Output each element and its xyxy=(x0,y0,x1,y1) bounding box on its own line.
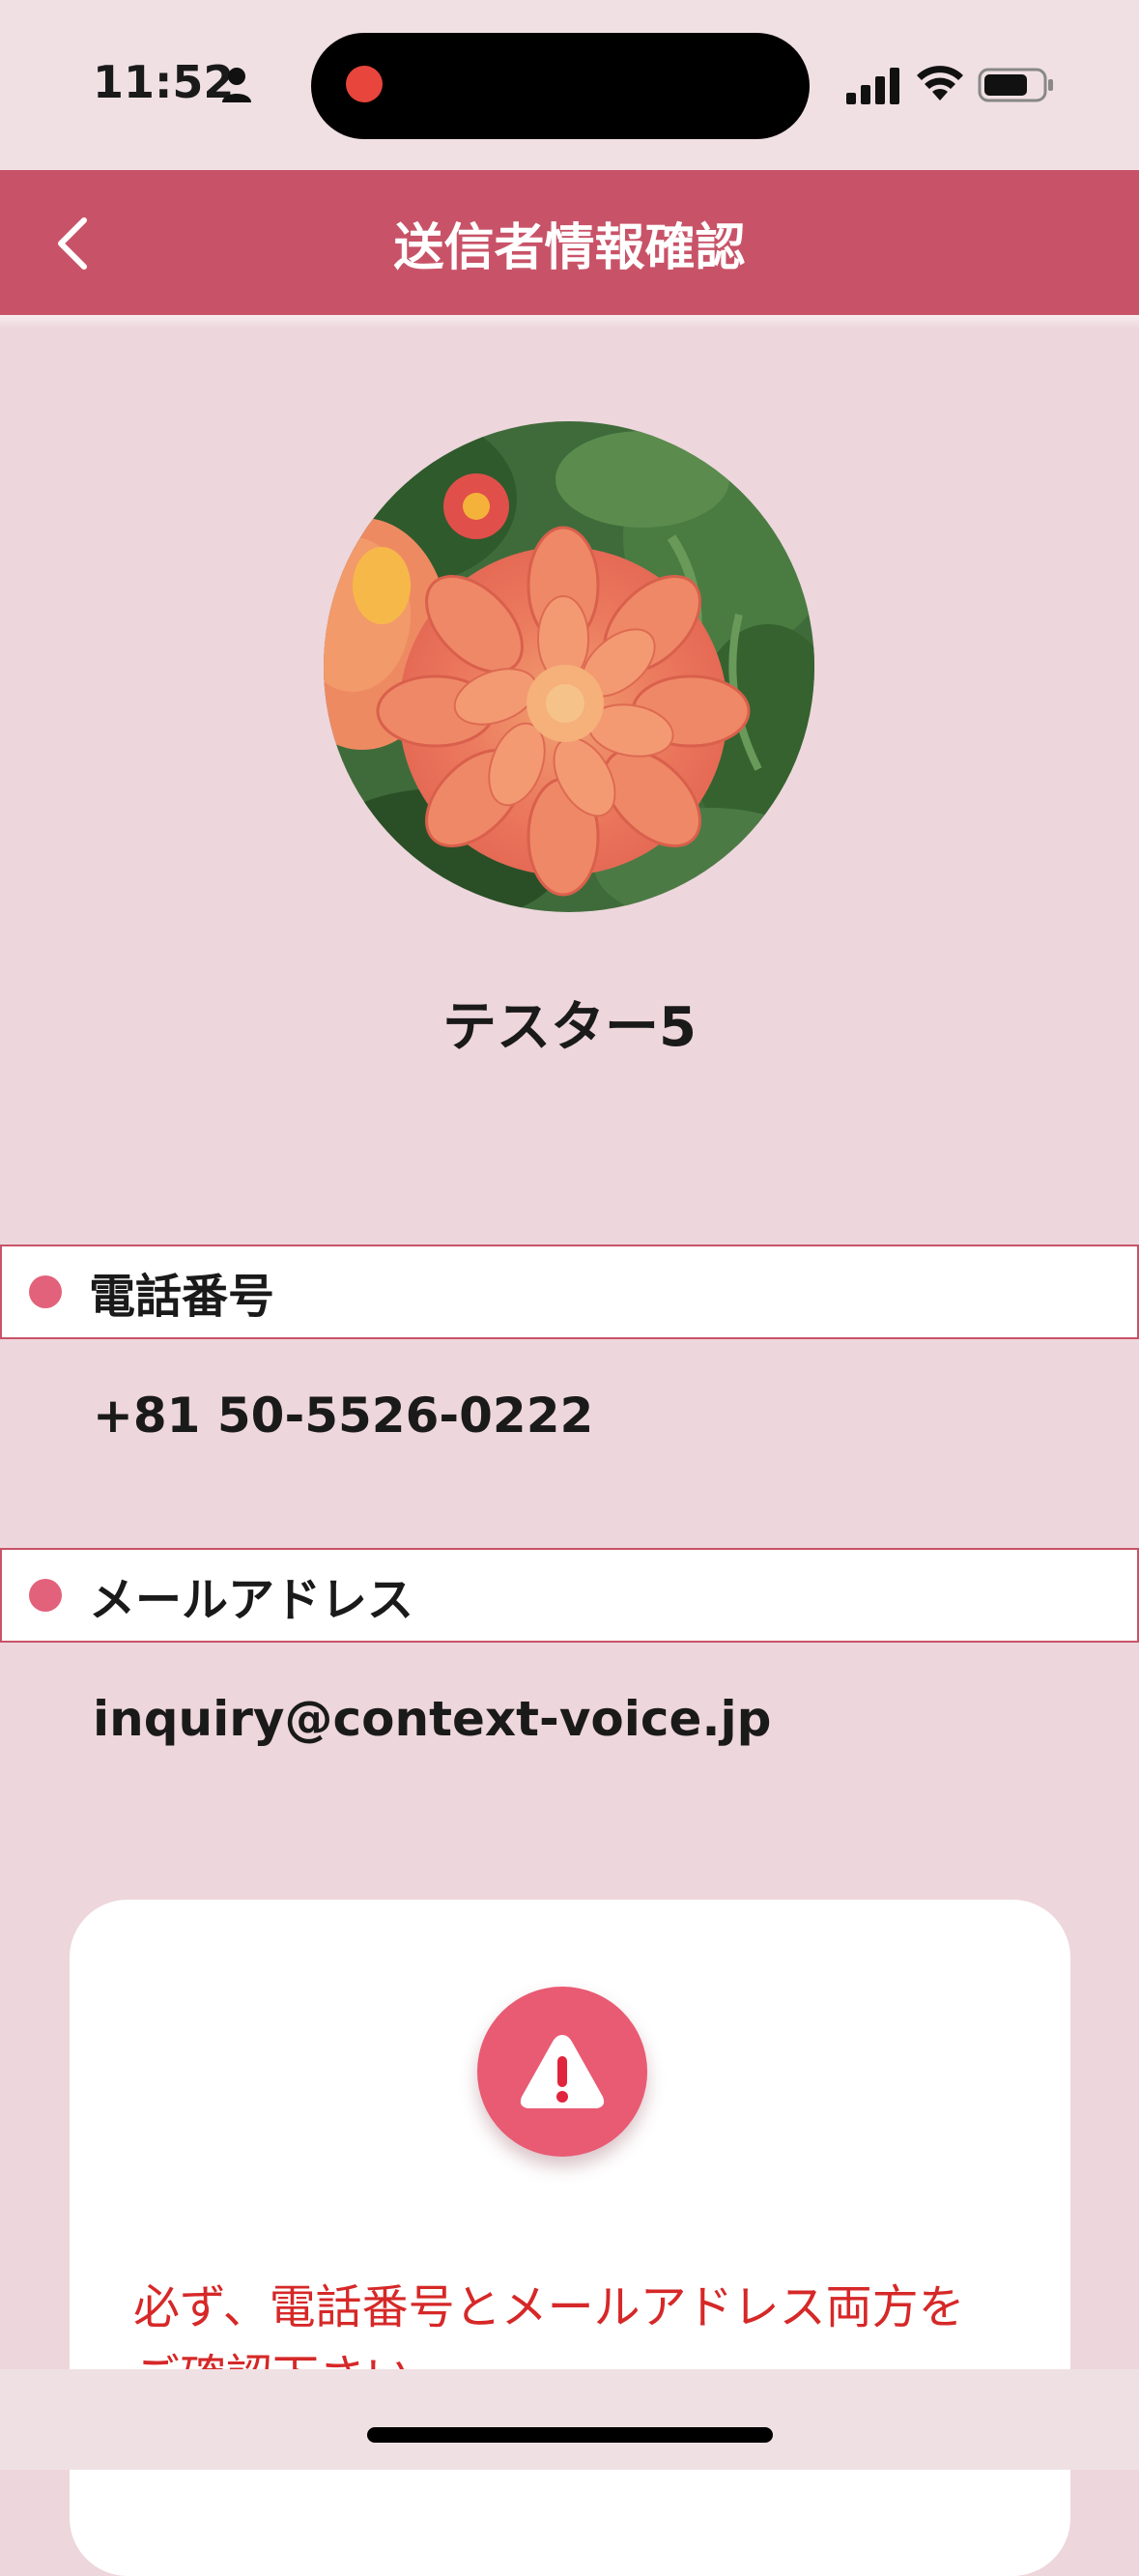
battery-icon xyxy=(978,68,1053,102)
email-value[interactable]: inquiry@context-voice.jp xyxy=(93,1691,771,1747)
email-label: メールアドレス xyxy=(89,1573,414,1627)
sender-name: テスター5 xyxy=(442,996,697,1059)
phone-section-header: 電話番号 xyxy=(0,1245,1139,1339)
signal-icon xyxy=(846,68,899,104)
alert-badge xyxy=(477,1987,647,2157)
recording-dot-icon xyxy=(346,66,383,102)
person-icon xyxy=(222,68,251,102)
warning-icon xyxy=(520,2035,605,2108)
avatar xyxy=(324,421,814,912)
phone-label: 電話番号 xyxy=(89,1270,275,1324)
home-indicator[interactable] xyxy=(367,2427,773,2443)
status-time: 11:52 xyxy=(93,56,235,108)
phone-value[interactable]: +81 50-5526-0222 xyxy=(93,1388,593,1444)
chevron-left-icon xyxy=(58,217,87,270)
wifi-icon xyxy=(917,66,963,100)
dahlia-flower-photo xyxy=(324,421,814,912)
bullet-dot-icon xyxy=(29,1275,62,1308)
back-button[interactable] xyxy=(39,203,106,284)
bottom-safe-area xyxy=(0,2369,1139,2470)
nav-divider xyxy=(0,315,1139,329)
bullet-dot-icon xyxy=(29,1579,62,1612)
page-title: 送信者情報確認 xyxy=(393,218,746,277)
dynamic-island xyxy=(311,33,810,139)
email-section-header: メールアドレス xyxy=(0,1548,1139,1643)
